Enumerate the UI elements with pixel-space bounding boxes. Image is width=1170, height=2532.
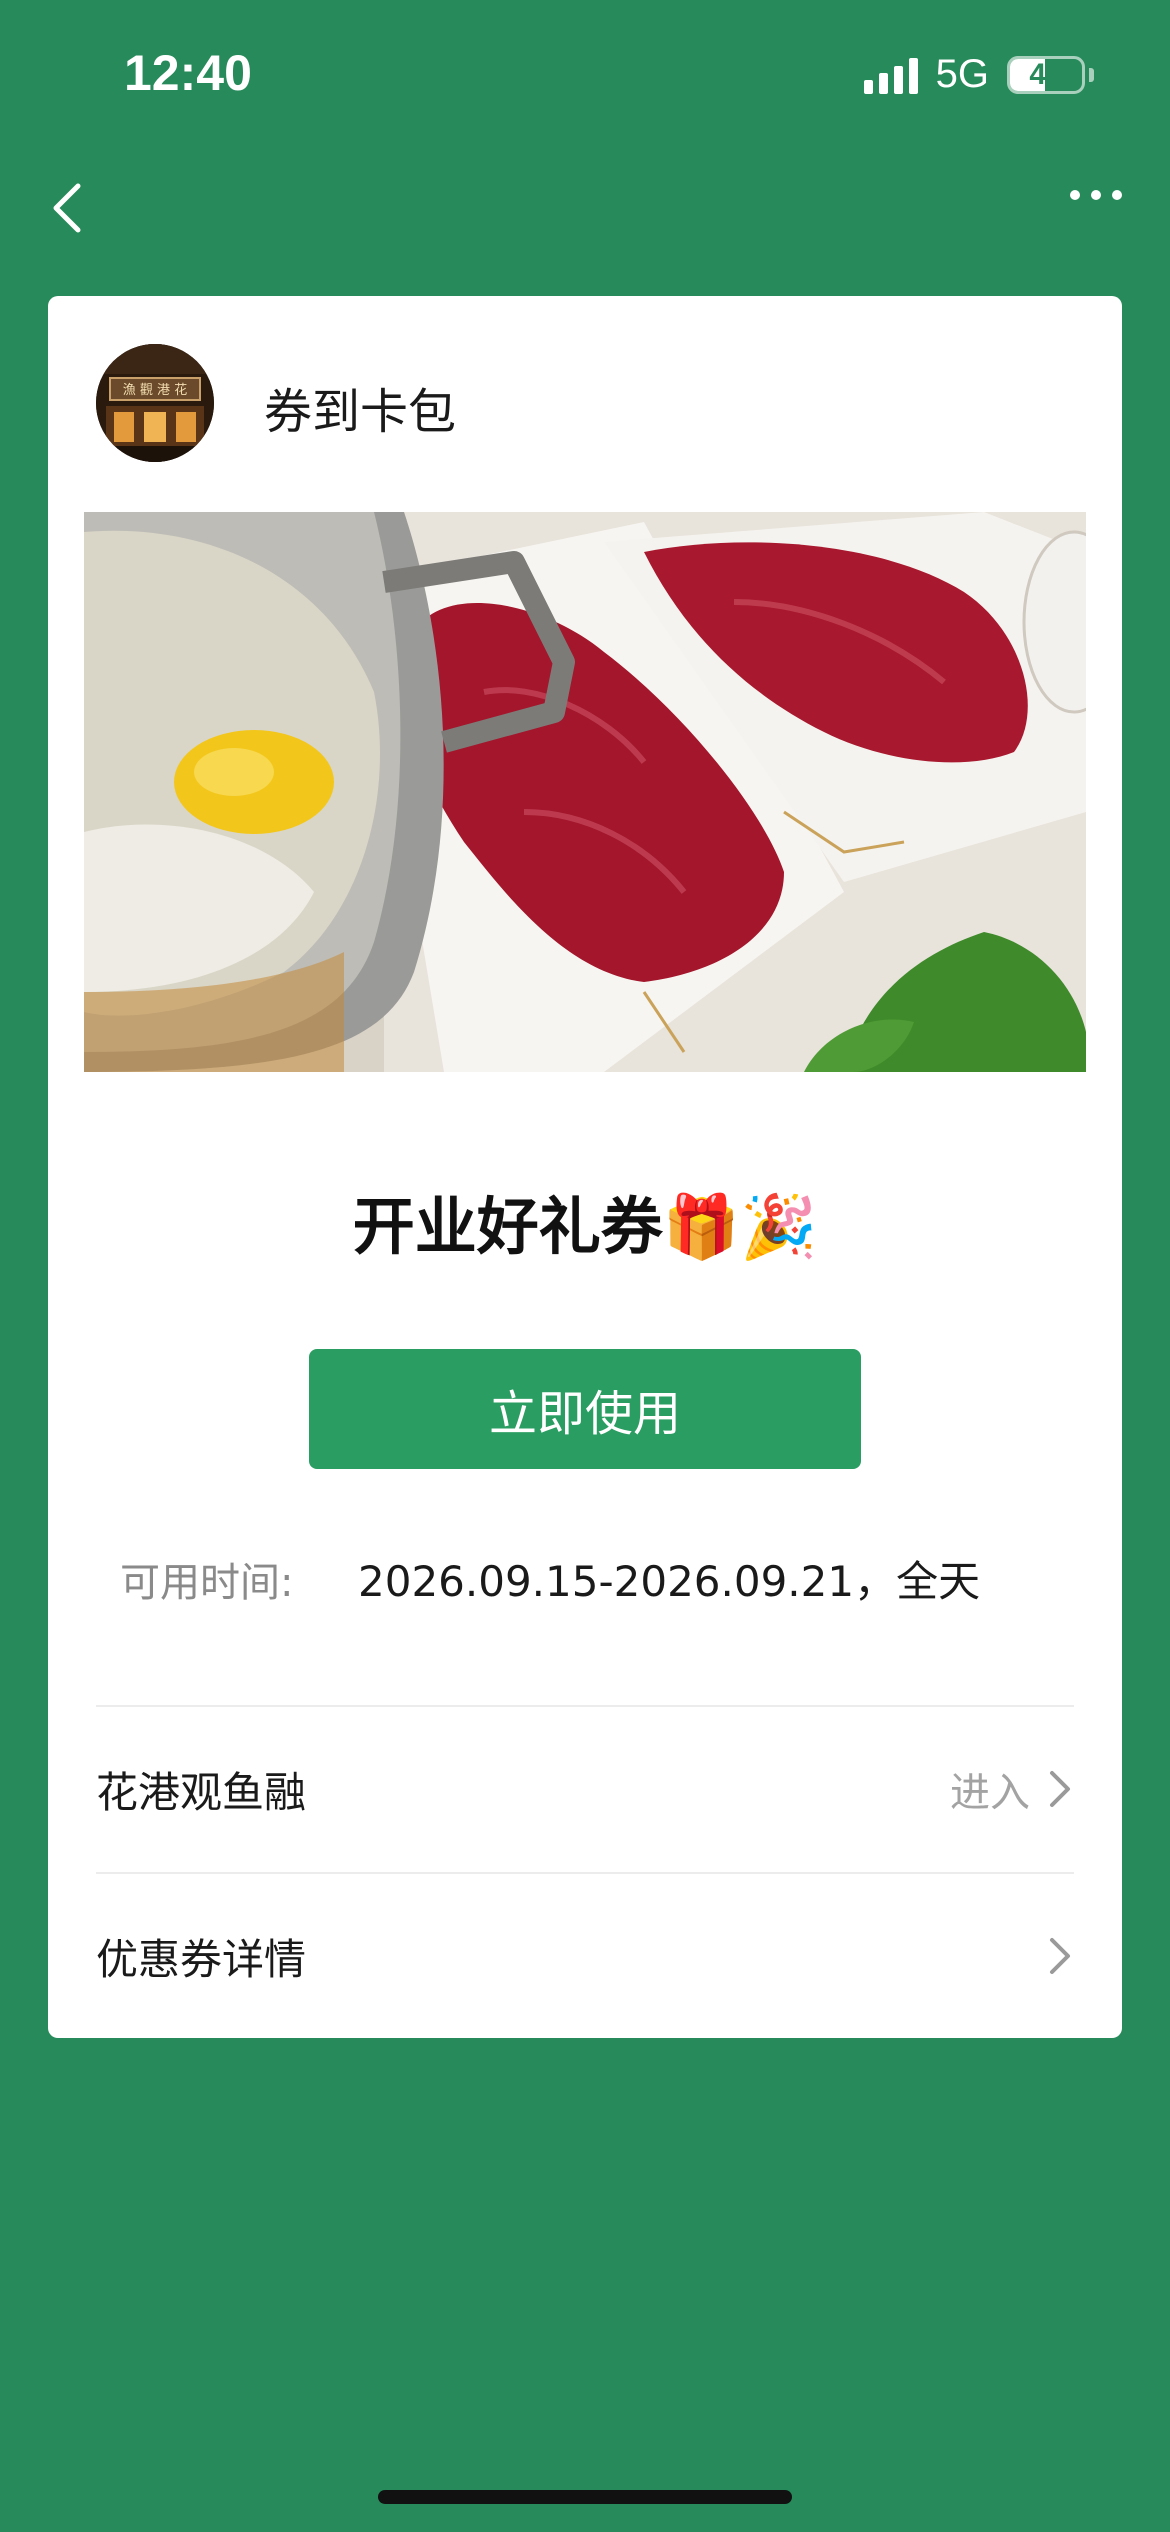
chevron-right-icon: [1050, 1771, 1070, 1807]
store-row[interactable]: 花港观鱼融 进入: [96, 1706, 1074, 1872]
back-button[interactable]: [44, 176, 94, 240]
chevron-right-icon: [1050, 1938, 1070, 1974]
battery-cap: [1089, 67, 1094, 82]
more-dot: [1112, 190, 1122, 200]
brand-avatar[interactable]: 漁 觀 港 花: [96, 344, 214, 462]
available-time-value: 2026.09.15-2026.09.21，全天: [358, 1557, 981, 1606]
battery-percent: 49: [1029, 57, 1063, 91]
coupon-details-label: 优惠券详情: [96, 1934, 307, 1984]
network-type: 5G: [935, 52, 989, 96]
more-button[interactable]: [1070, 190, 1122, 200]
coupon-details-row[interactable]: 优惠券详情: [96, 1873, 1074, 2039]
coupon-card: 漁 觀 港 花 券到卡包 开业好礼券🎁🎉 立即使用 可用时间: 2026.09.…: [48, 296, 1122, 2038]
enter-label: 进入: [950, 1770, 1030, 1816]
signal-icon: [863, 56, 918, 94]
more-dot: [1091, 190, 1101, 200]
coupon-title: 开业好礼券🎁🎉: [352, 1190, 818, 1263]
hero-image: [84, 512, 1086, 1072]
chevron-left-icon: [53, 183, 81, 233]
brand-name[interactable]: 券到卡包: [264, 372, 456, 442]
battery-icon: 49: [1007, 55, 1085, 94]
available-time-label: 可用时间:: [120, 1560, 294, 1606]
status-time: 12:40: [124, 45, 252, 101]
use-now-button[interactable]: 立即使用: [309, 1349, 861, 1469]
store-name: 花港观鱼融: [96, 1767, 307, 1817]
storefront-image: 漁 觀 港 花: [96, 344, 214, 462]
svg-text:漁 觀 港 花: 漁 觀 港 花: [123, 382, 187, 398]
home-indicator[interactable]: [378, 2490, 792, 2504]
more-dot: [1070, 190, 1080, 200]
